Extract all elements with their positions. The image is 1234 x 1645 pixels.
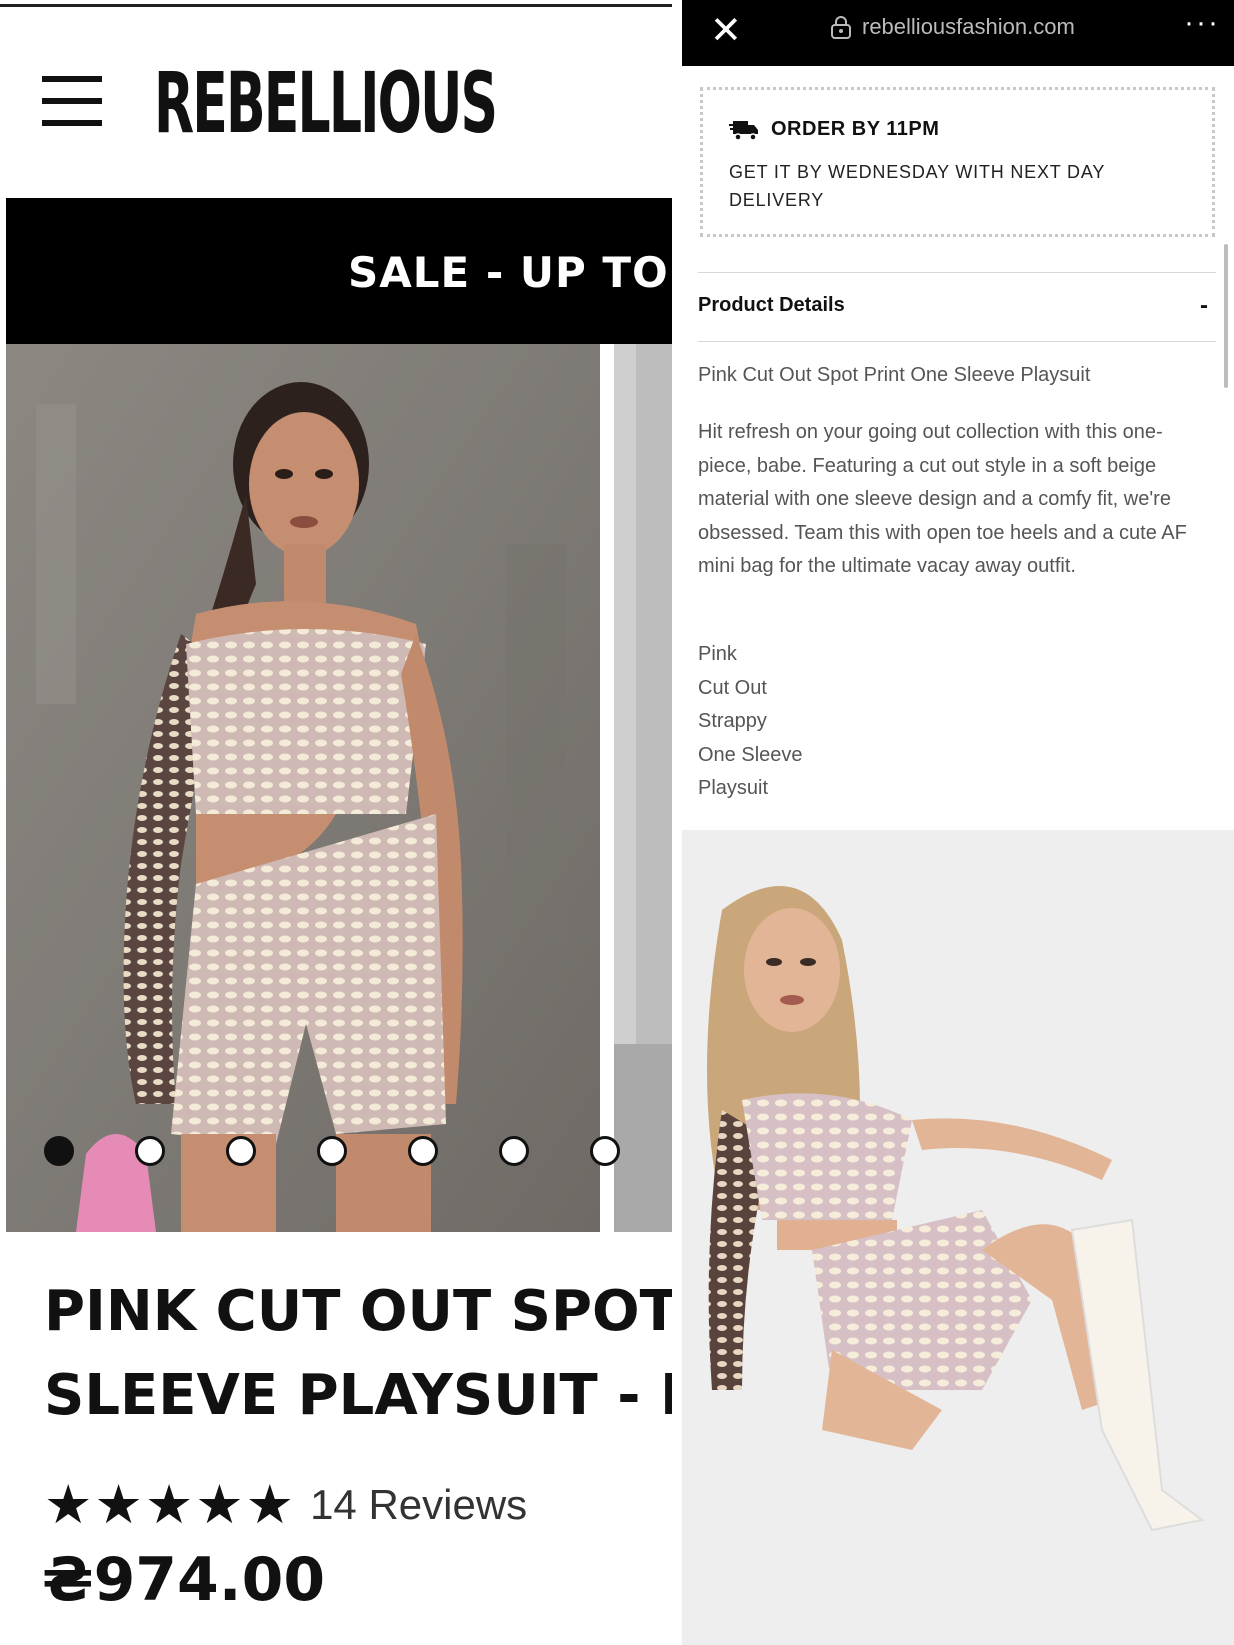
close-icon[interactable]: ✕ xyxy=(710,10,742,50)
rating-row: ★★★★★ 14 Reviews xyxy=(44,1475,527,1535)
feature-item: Cut Out xyxy=(698,676,767,699)
product-title-line-2: SLEEVE PLAYSUIT - R xyxy=(44,1363,672,1428)
top-divider xyxy=(0,4,672,7)
product-image-secondary[interactable] xyxy=(682,830,1234,1645)
product-details-accordion[interactable]: Product Details - xyxy=(698,272,1216,342)
carousel-dot[interactable] xyxy=(499,1136,529,1166)
product-title: PINK CUT OUT SPOT SLEEVE PLAYSUIT - R xyxy=(44,1270,672,1438)
product-details-heading: Product Details xyxy=(698,294,845,316)
brand-logo[interactable]: REBELLIOUS xyxy=(154,54,498,152)
product-image-next-preview[interactable] xyxy=(614,344,672,1232)
product-image-main[interactable] xyxy=(6,344,600,1232)
delivery-text: GET IT BY WEDNESDAY WITH NEXT DAY DELIVE… xyxy=(729,162,1105,210)
feature-item: Strappy xyxy=(698,710,767,732)
feature-list: Pink Cut Out Strappy One Sleeve Playsuit xyxy=(698,638,803,806)
browser-toolbar: ✕ rebelliousfashion.com ··· xyxy=(682,0,1234,66)
mobile-product-page-left: REBELLIOUS SALE - UP TO 8 xyxy=(0,0,672,1645)
sale-banner-text: SALE - UP TO 8 xyxy=(348,248,672,297)
url-text: rebelliousfashion.com xyxy=(862,14,1075,39)
carousel-dot[interactable] xyxy=(44,1136,74,1166)
address-bar[interactable]: rebelliousfashion.com xyxy=(830,14,1075,40)
reviews-link[interactable]: 14 Reviews xyxy=(310,1475,527,1535)
lock-icon xyxy=(831,16,851,39)
feature-item: One Sleeve xyxy=(698,743,803,766)
product-title-line-1: PINK CUT OUT SPOT xyxy=(44,1279,672,1344)
menu-icon[interactable] xyxy=(42,76,102,128)
delivery-heading: ORDER BY 11PM xyxy=(771,118,940,140)
feature-item: Playsuit xyxy=(698,777,769,799)
sale-banner[interactable]: SALE - UP TO 8 xyxy=(6,198,672,344)
star-rating-icon: ★★★★★ xyxy=(44,1475,297,1535)
delivery-truck-icon xyxy=(729,121,758,141)
carousel-dot[interactable] xyxy=(590,1136,620,1166)
product-description: Hit refresh on your going out collection… xyxy=(698,421,1187,577)
carousel-dot[interactable] xyxy=(408,1136,438,1166)
scrollbar[interactable] xyxy=(1224,244,1228,388)
product-price: ₴974.00 xyxy=(42,1545,326,1615)
mobile-product-page-right: ✕ rebelliousfashion.com ··· ORDER BY 11P… xyxy=(682,0,1234,1645)
carousel-dots xyxy=(44,1136,664,1172)
divider xyxy=(698,341,1216,342)
product-name-text: Pink Cut Out Spot Print One Sleeve Plays… xyxy=(698,364,1091,386)
carousel-dot[interactable] xyxy=(135,1136,165,1166)
more-options-icon[interactable]: ··· xyxy=(1184,6,1220,40)
collapse-icon[interactable]: - xyxy=(1200,292,1208,320)
carousel-dot[interactable] xyxy=(317,1136,347,1166)
delivery-info-box: ORDER BY 11PM GET IT BY WEDNESDAY WITH N… xyxy=(700,87,1215,237)
feature-item: Pink xyxy=(698,643,737,665)
carousel-dot[interactable] xyxy=(226,1136,256,1166)
